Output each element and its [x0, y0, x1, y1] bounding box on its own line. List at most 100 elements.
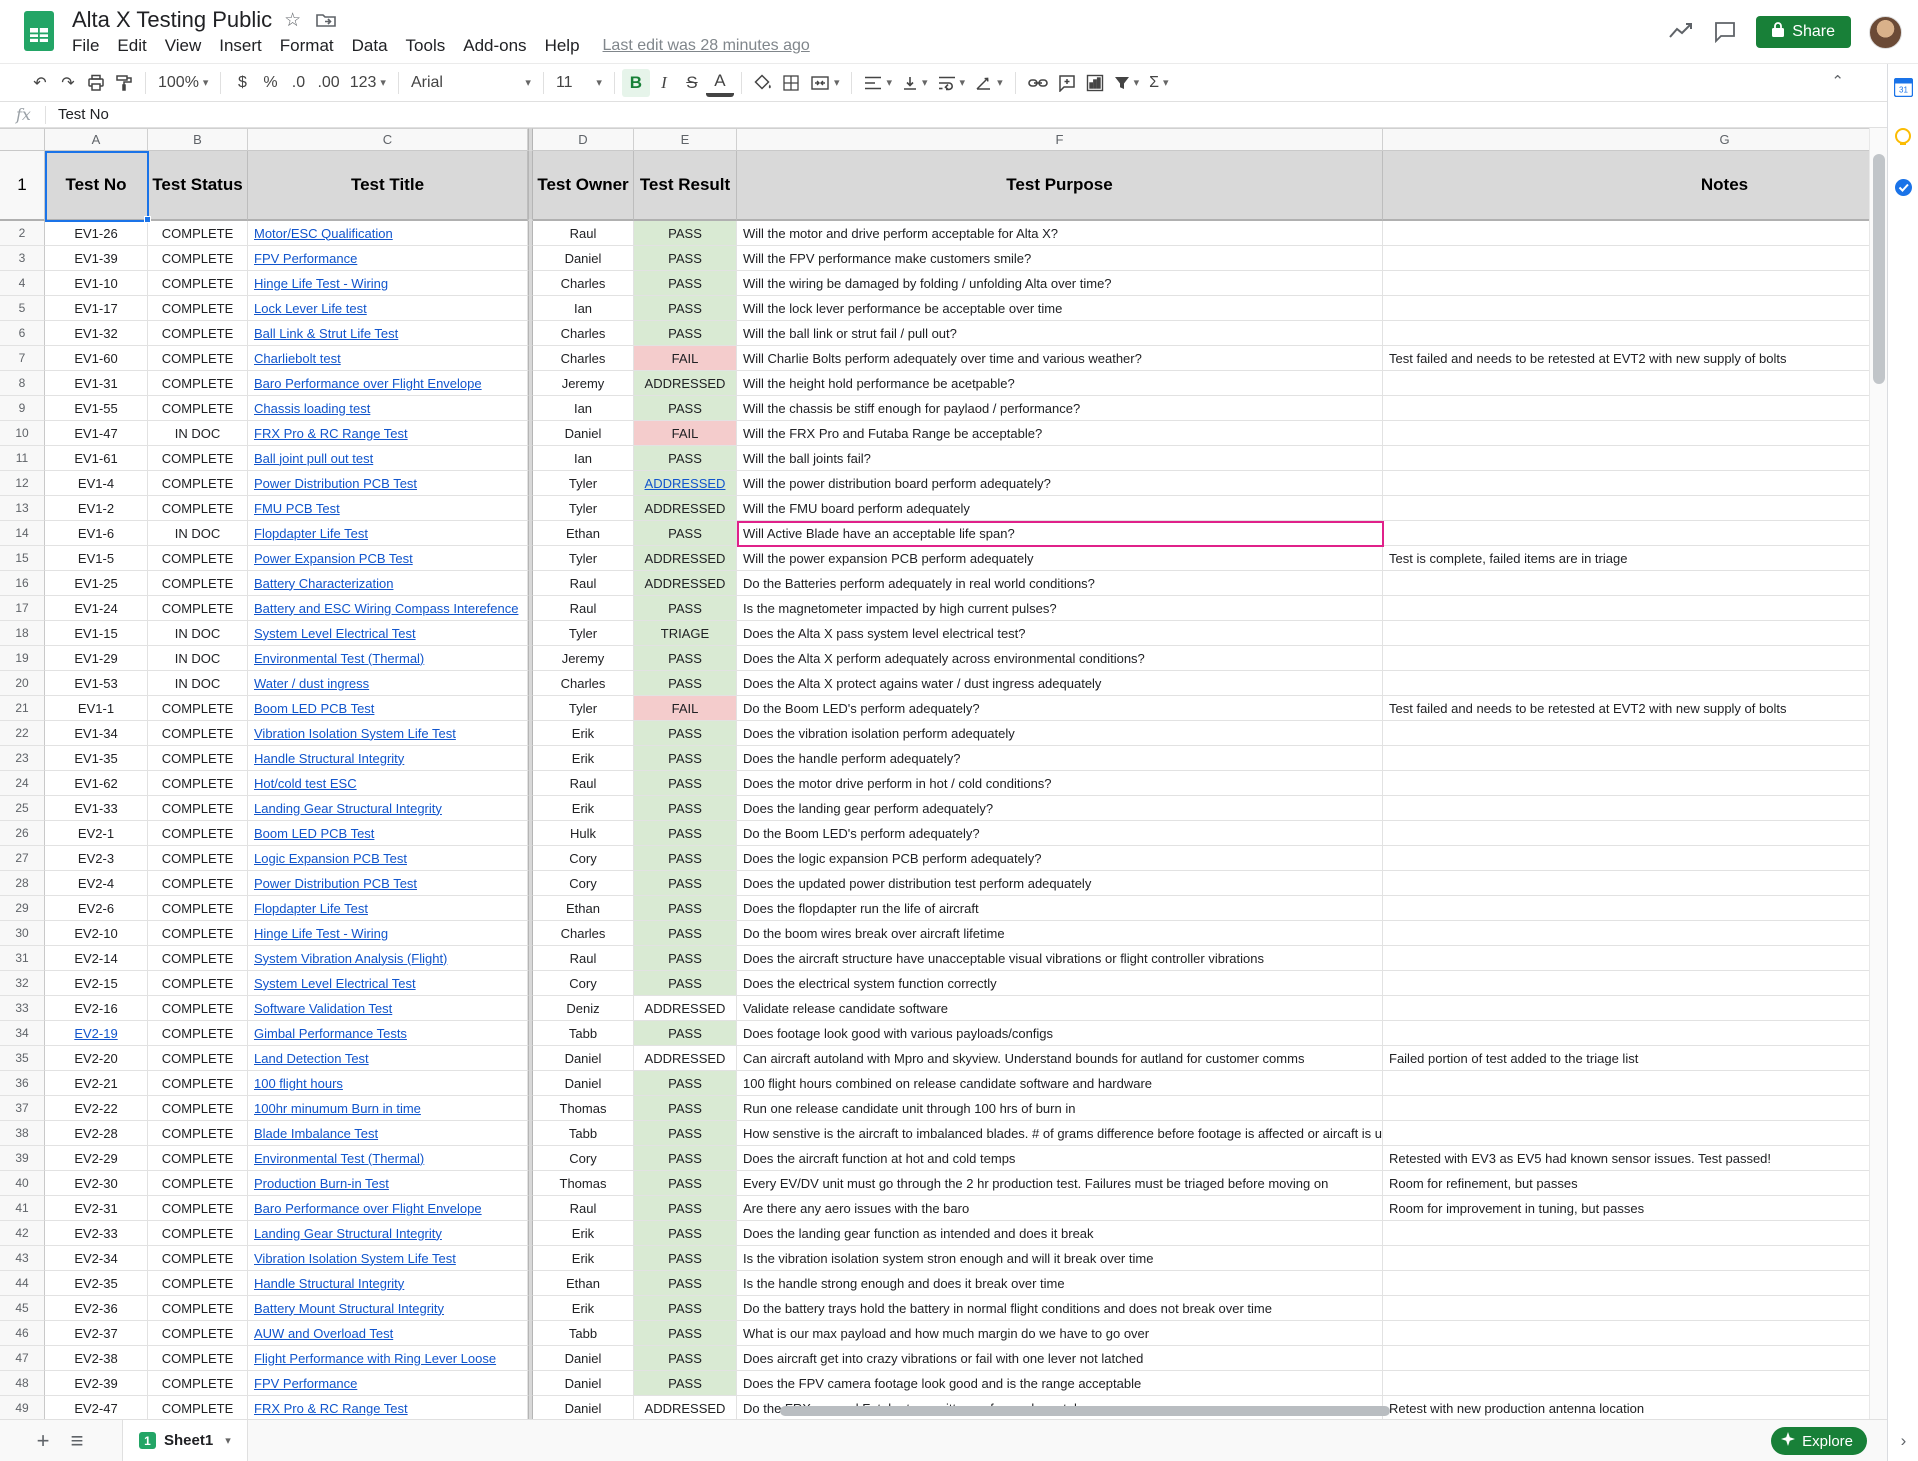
cell-E4[interactable]: PASS [634, 271, 737, 296]
undo-button[interactable]: ↶ [26, 69, 54, 97]
cell-B21[interactable]: COMPLETE [148, 696, 248, 721]
vertical-scrollbar-thumb[interactable] [1873, 154, 1885, 384]
cell-A12[interactable]: EV1-4 [45, 471, 148, 496]
column-header-E[interactable]: E [634, 128, 737, 151]
format-currency-button[interactable]: $ [228, 69, 256, 97]
cell-B31[interactable]: COMPLETE [148, 946, 248, 971]
select-all-corner[interactable] [0, 128, 45, 151]
insert-link-button[interactable] [1023, 69, 1053, 97]
cell-E17[interactable]: PASS [634, 596, 737, 621]
cell-A7[interactable]: EV1-60 [45, 346, 148, 371]
cell-F42[interactable]: Does the landing gear function as intend… [737, 1221, 1383, 1246]
cell-D6[interactable]: Charles [533, 321, 634, 346]
increase-decimal-button[interactable]: .00 [312, 69, 344, 97]
cell-A33[interactable]: EV2-16 [45, 996, 148, 1021]
row-number-36[interactable]: 36 [0, 1071, 45, 1096]
cell-C21[interactable]: Boom LED PCB Test [248, 696, 528, 721]
cell-C33[interactable]: Software Validation Test [248, 996, 528, 1021]
cell-G8[interactable] [1383, 371, 1869, 396]
cell-G40[interactable]: Room for refinement, but passes [1383, 1171, 1869, 1196]
cell-G44[interactable] [1383, 1271, 1869, 1296]
menu-help[interactable]: Help [536, 34, 589, 57]
cell-B8[interactable]: COMPLETE [148, 371, 248, 396]
cell-C30[interactable]: Hinge Life Test - Wiring [248, 921, 528, 946]
cell-F18[interactable]: Does the Alta X pass system level electr… [737, 621, 1383, 646]
cell-D46[interactable]: Tabb [533, 1321, 634, 1346]
strikethrough-button[interactable]: S [678, 69, 706, 97]
cell-C32[interactable]: System Level Electrical Test [248, 971, 528, 996]
cell-C28[interactable]: Power Distribution PCB Test [248, 871, 528, 896]
cell-A36[interactable]: EV2-21 [45, 1071, 148, 1096]
cell-G23[interactable] [1383, 746, 1869, 771]
cell-C19[interactable]: Environmental Test (Thermal) [248, 646, 528, 671]
number-format-select[interactable]: 123▾ [345, 69, 391, 97]
cell-A34[interactable]: EV2-19 [45, 1021, 148, 1046]
cell-E42[interactable]: PASS [634, 1221, 737, 1246]
cell-C10[interactable]: FRX Pro & RC Range Test [248, 421, 528, 446]
cell-E41[interactable]: PASS [634, 1196, 737, 1221]
cell-E3[interactable]: PASS [634, 246, 737, 271]
cell-A37[interactable]: EV2-22 [45, 1096, 148, 1121]
cell-B23[interactable]: COMPLETE [148, 746, 248, 771]
cell-F5[interactable]: Will the lock lever performance be accep… [737, 296, 1383, 321]
cell-G20[interactable] [1383, 671, 1869, 696]
cell-D13[interactable]: Tyler [533, 496, 634, 521]
cell-B6[interactable]: COMPLETE [148, 321, 248, 346]
cell-D45[interactable]: Erik [533, 1296, 634, 1321]
cell-G11[interactable] [1383, 446, 1869, 471]
cell-G15[interactable]: Test is complete, failed items are in tr… [1383, 546, 1869, 571]
cell-B46[interactable]: COMPLETE [148, 1321, 248, 1346]
cell-C11[interactable]: Ball joint pull out test [248, 446, 528, 471]
cell-E37[interactable]: PASS [634, 1096, 737, 1121]
header-cell-A1[interactable]: Test No [45, 151, 148, 221]
row-number-4[interactable]: 4 [0, 271, 45, 296]
cell-C43[interactable]: Vibration Isolation System Life Test [248, 1246, 528, 1271]
cell-A29[interactable]: EV2-6 [45, 896, 148, 921]
cell-F28[interactable]: Does the updated power distribution test… [737, 871, 1383, 896]
last-edit-link[interactable]: Last edit was 28 minutes ago [603, 37, 810, 55]
cell-D42[interactable]: Erik [533, 1221, 634, 1246]
column-header-G[interactable]: G [1383, 128, 1869, 151]
row-number-24[interactable]: 24 [0, 771, 45, 796]
cell-D4[interactable]: Charles [533, 271, 634, 296]
cell-B34[interactable]: COMPLETE [148, 1021, 248, 1046]
cell-D7[interactable]: Charles [533, 346, 634, 371]
cell-B45[interactable]: COMPLETE [148, 1296, 248, 1321]
menu-file[interactable]: File [63, 34, 108, 57]
cell-A5[interactable]: EV1-17 [45, 296, 148, 321]
cell-A17[interactable]: EV1-24 [45, 596, 148, 621]
cell-C14[interactable]: Flopdapter Life Test [248, 521, 528, 546]
cell-E45[interactable]: PASS [634, 1296, 737, 1321]
cell-E2[interactable]: PASS [634, 221, 737, 246]
cell-C35[interactable]: Land Detection Test [248, 1046, 528, 1071]
cell-E36[interactable]: PASS [634, 1071, 737, 1096]
cell-E18[interactable]: TRIAGE [634, 621, 737, 646]
cell-C47[interactable]: Flight Performance with Ring Lever Loose [248, 1346, 528, 1371]
fill-color-button[interactable] [749, 69, 777, 97]
text-rotation-button[interactable]: ▾ [970, 69, 1008, 97]
row-number-17[interactable]: 17 [0, 596, 45, 621]
cell-A22[interactable]: EV1-34 [45, 721, 148, 746]
cell-D22[interactable]: Erik [533, 721, 634, 746]
cell-B20[interactable]: IN DOC [148, 671, 248, 696]
cell-D12[interactable]: Tyler [533, 471, 634, 496]
cell-B35[interactable]: COMPLETE [148, 1046, 248, 1071]
cell-C39[interactable]: Environmental Test (Thermal) [248, 1146, 528, 1171]
row-number-37[interactable]: 37 [0, 1096, 45, 1121]
cell-A41[interactable]: EV2-31 [45, 1196, 148, 1221]
cell-C38[interactable]: Blade Imbalance Test [248, 1121, 528, 1146]
cell-G19[interactable] [1383, 646, 1869, 671]
cell-A3[interactable]: EV1-39 [45, 246, 148, 271]
cell-F44[interactable]: Is the handle strong enough and does it … [737, 1271, 1383, 1296]
cell-G46[interactable] [1383, 1321, 1869, 1346]
cell-A35[interactable]: EV2-20 [45, 1046, 148, 1071]
column-header-D[interactable]: D [533, 128, 634, 151]
cell-D14[interactable]: Ethan [533, 521, 634, 546]
cell-B17[interactable]: COMPLETE [148, 596, 248, 621]
row-number-31[interactable]: 31 [0, 946, 45, 971]
cell-F2[interactable]: Will the motor and drive perform accepta… [737, 221, 1383, 246]
cell-F4[interactable]: Will the wiring be damaged by folding / … [737, 271, 1383, 296]
cell-F23[interactable]: Does the handle perform adequately? [737, 746, 1383, 771]
cell-F14[interactable]: Will Active Blade have an acceptable lif… [737, 521, 1383, 546]
cell-D39[interactable]: Cory [533, 1146, 634, 1171]
